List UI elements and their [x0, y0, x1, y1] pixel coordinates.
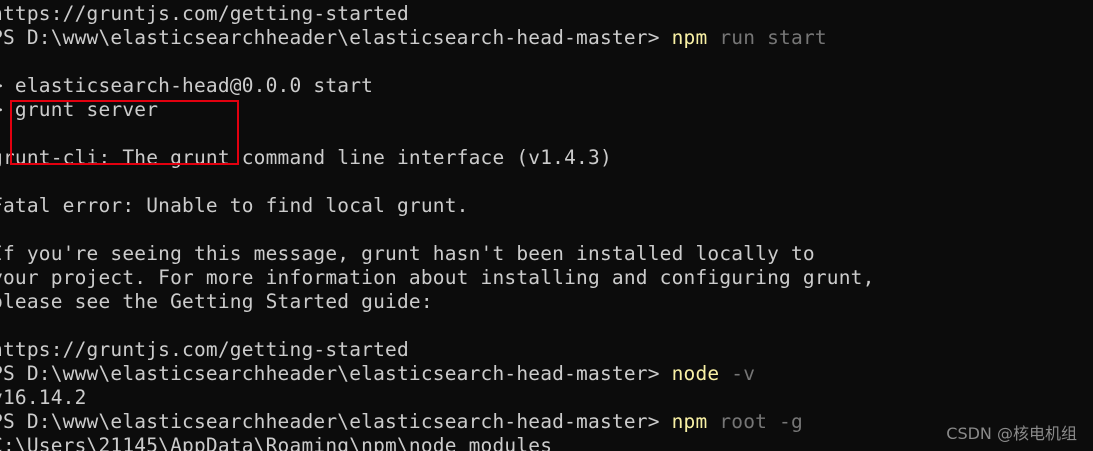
line-text: grunt-cli: The grunt command line interf…: [0, 146, 612, 169]
watermark-text: CSDN @核电机组: [946, 424, 1077, 443]
command-args: -v: [719, 362, 756, 385]
command-name: npm: [671, 26, 708, 49]
line-text: > elasticsearch-head@0.0.0 start: [0, 74, 374, 97]
shell-prompt: PS D:\www\elasticsearchheader\elasticsea…: [0, 26, 672, 49]
command-name: npm: [671, 410, 708, 433]
terminal-line: https://gruntjs.com/getting-started: [0, 338, 409, 362]
terminal-line: your project. For more information about…: [0, 266, 875, 290]
line-text: please see the Getting Started guide:: [0, 290, 433, 313]
line-text: > grunt server: [0, 98, 159, 121]
terminal-line: please see the Getting Started guide:: [0, 290, 433, 314]
shell-prompt: PS D:\www\elasticsearchheader\elasticsea…: [0, 362, 672, 385]
terminal-line: > elasticsearch-head@0.0.0 start: [0, 74, 373, 98]
line-text: If you're seeing this message, grunt has…: [0, 242, 815, 265]
line-text: your project. For more information about…: [0, 266, 875, 289]
terminal-line: v16.14.2: [0, 386, 87, 410]
command-name: node: [671, 362, 720, 385]
terminal-line: PS D:\www\elasticsearchheader\elasticsea…: [0, 410, 803, 434]
terminal-line: PS D:\www\elasticsearchheader\elasticsea…: [0, 26, 827, 50]
line-text: Fatal error: Unable to find local grunt.: [0, 194, 469, 217]
terminal-line: grunt-cli: The grunt command line interf…: [0, 146, 612, 170]
line-text: https://gruntjs.com/getting-started: [0, 2, 409, 25]
line-text: C:\Users\21145\AppData\Roaming\npm\node_…: [0, 434, 553, 451]
line-text: https://gruntjs.com/getting-started: [0, 338, 409, 361]
terminal-output[interactable]: https://gruntjs.com/getting-started PS D…: [0, 2, 1093, 451]
terminal-line: PS D:\www\elasticsearchheader\elasticsea…: [0, 362, 755, 386]
terminal-line: Fatal error: Unable to find local grunt.: [0, 194, 469, 218]
command-args: run start: [707, 26, 827, 49]
terminal-line: https://gruntjs.com/getting-started: [0, 2, 409, 26]
terminal-line: If you're seeing this message, grunt has…: [0, 242, 815, 266]
command-args: root -g: [707, 410, 803, 433]
line-text: v16.14.2: [0, 386, 87, 409]
terminal-line: > grunt server: [0, 98, 158, 122]
shell-prompt: PS D:\www\elasticsearchheader\elasticsea…: [0, 410, 672, 433]
terminal-line: C:\Users\21145\AppData\Roaming\npm\node_…: [0, 434, 552, 451]
